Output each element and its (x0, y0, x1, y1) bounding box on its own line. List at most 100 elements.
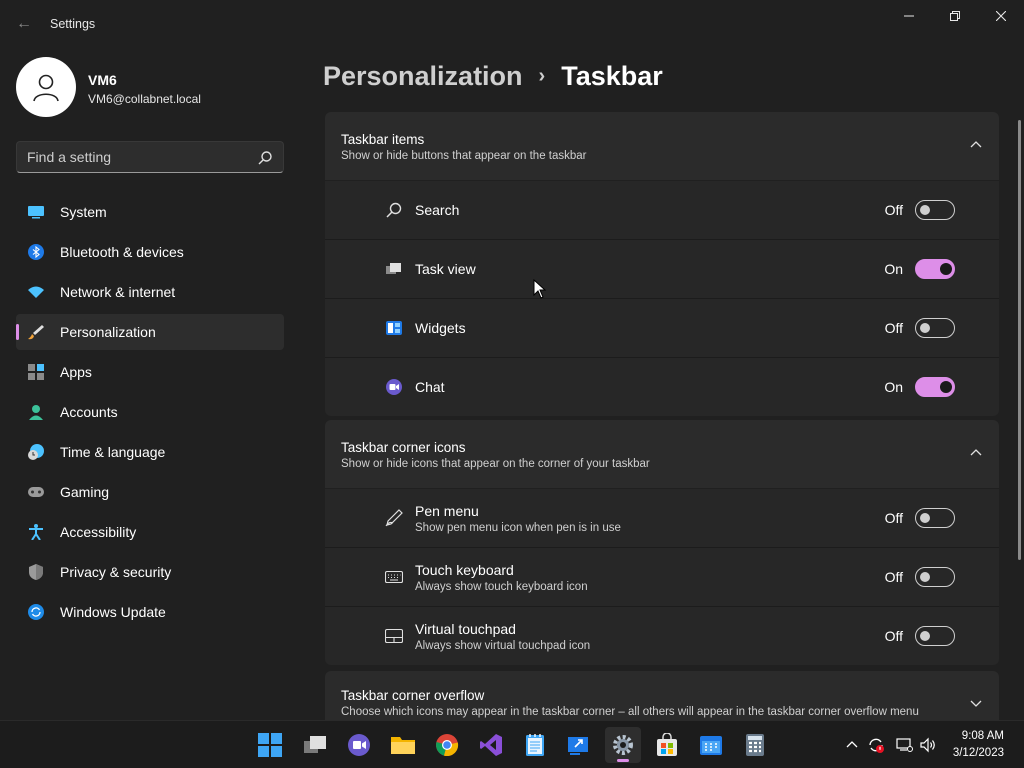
sidebar-item-label: Apps (60, 364, 92, 380)
taskbar-items-header[interactable]: Taskbar items Show or hide buttons that … (325, 112, 999, 180)
toggle-knob (920, 205, 930, 215)
person-icon (33, 74, 59, 102)
clock-date[interactable]: 3/12/2023 (946, 747, 1004, 759)
scrollbar[interactable] (1018, 120, 1021, 560)
network-icon[interactable] (894, 735, 914, 755)
chat-toggle[interactable] (915, 377, 955, 397)
section-title: Taskbar corner overflow (341, 688, 485, 703)
toggle-knob (940, 381, 952, 393)
pen-menu-toggle[interactable] (915, 508, 955, 528)
chrome-button[interactable] (429, 727, 465, 763)
sidebar-item-accessibility[interactable]: Accessibility (16, 514, 284, 550)
teams-chat-button[interactable] (341, 727, 377, 763)
task-view-icon (304, 736, 326, 753)
task-view-button[interactable] (297, 727, 333, 763)
chrome-icon (436, 734, 459, 757)
section-title: Taskbar corner icons (341, 440, 466, 455)
section-subtitle: Show or hide icons that appear on the co… (341, 458, 650, 470)
sidebar-item-label: Accounts (60, 404, 118, 420)
settings-button[interactable] (605, 727, 641, 763)
back-button[interactable]: ← (10, 12, 38, 36)
touchpad-icon (385, 628, 403, 644)
search-toggle[interactable] (915, 200, 955, 220)
setting-row-virtual-touchpad: Virtual touchpad Always show virtual tou… (325, 607, 999, 665)
taskbar: 9:08 AM 3/12/2023 (0, 720, 1024, 768)
setting-row-task-view: Task view On (325, 240, 999, 298)
sidebar-item-accounts[interactable]: Accounts (16, 394, 284, 430)
user-profile[interactable]: VM6 VM6@collabnet.local (16, 57, 286, 117)
clock-time[interactable]: 9:08 AM (956, 730, 1004, 742)
volume-icon[interactable] (918, 735, 938, 755)
search-input[interactable] (17, 142, 253, 172)
search-box[interactable] (16, 141, 284, 173)
sidebar-item-network[interactable]: Network & internet (16, 274, 284, 310)
minimize-button[interactable] (886, 0, 932, 32)
search-icon[interactable] (257, 150, 273, 166)
touch-keyboard-toggle[interactable] (915, 567, 955, 587)
sidebar-item-label: Time & language (60, 444, 166, 460)
sidebar-item-privacy-security[interactable]: Privacy & security (16, 554, 284, 590)
restore-icon (950, 11, 960, 21)
toggle-knob (920, 323, 930, 333)
sidebar-item-time-language[interactable]: Time & language (16, 434, 284, 470)
widgets-toggle[interactable] (915, 318, 955, 338)
chevron-up-icon[interactable] (969, 448, 983, 458)
toggle-state: Off (884, 628, 903, 644)
setting-label: Chat (415, 379, 445, 395)
apps-icon (28, 364, 44, 380)
sync-warning-icon (869, 738, 884, 753)
calculator-button[interactable] (737, 727, 773, 763)
person-icon (29, 405, 43, 420)
visual-studio-icon (480, 734, 502, 756)
gear-icon (613, 735, 633, 755)
setting-row-search: Search Off (325, 181, 999, 239)
update-icon (28, 604, 44, 620)
setting-label: Pen menu (415, 503, 479, 519)
notepad-button[interactable] (517, 727, 553, 763)
sidebar-item-windows-update[interactable]: Windows Update (16, 594, 284, 630)
setting-label: Touch keyboard (415, 562, 514, 578)
show-hidden-icons-button[interactable] (842, 735, 862, 755)
setting-label: Task view (415, 261, 476, 277)
sidebar-item-apps[interactable]: Apps (16, 354, 284, 390)
minimize-icon (904, 15, 914, 17)
chevron-down-icon[interactable] (969, 698, 983, 708)
start-button[interactable] (252, 727, 288, 763)
sidebar-item-personalization[interactable]: Personalization (16, 314, 284, 350)
breadcrumb-parent[interactable]: Personalization (323, 61, 523, 92)
setting-row-chat: Chat On (325, 358, 999, 416)
breadcrumb: Personalization › Taskbar (323, 58, 663, 94)
shield-icon (29, 564, 43, 580)
close-button[interactable] (978, 0, 1024, 32)
toggle-knob (940, 263, 952, 275)
chevron-right-icon: › (538, 64, 546, 87)
sidebar-item-gaming[interactable]: Gaming (16, 474, 284, 510)
sidebar-nav: System Bluetooth & devices Network & int… (16, 194, 284, 634)
setting-row-pen-menu: Pen menu Show pen menu icon when pen is … (325, 489, 999, 547)
windows-logo-icon (258, 733, 282, 757)
widgets-icon (386, 321, 402, 335)
chevron-up-icon[interactable] (969, 140, 983, 150)
gamepad-icon (28, 487, 44, 497)
microsoft-store-button[interactable] (649, 727, 685, 763)
sidebar-item-label: System (60, 204, 107, 220)
visual-studio-button[interactable] (473, 727, 509, 763)
title-bar: ← Settings (0, 0, 1024, 48)
sidebar-item-system[interactable]: System (16, 194, 284, 230)
back-arrow-icon: ← (16, 15, 32, 32)
virtual-touchpad-toggle[interactable] (915, 626, 955, 646)
corner-icons-header[interactable]: Taskbar corner icons Show or hide icons … (325, 420, 999, 488)
file-explorer-button[interactable] (385, 727, 421, 763)
keyboard-icon (385, 570, 403, 584)
brush-icon (28, 325, 44, 340)
remote-desktop-button[interactable] (561, 727, 597, 763)
calendar-button[interactable] (693, 727, 729, 763)
chat-icon (386, 379, 402, 395)
sync-status-icon[interactable] (866, 735, 886, 755)
restore-button[interactable] (932, 0, 978, 32)
speaker-icon (920, 737, 935, 753)
sidebar-item-label: Network & internet (60, 284, 176, 300)
task-view-toggle[interactable] (915, 259, 955, 279)
sidebar-item-bluetooth[interactable]: Bluetooth & devices (16, 234, 284, 270)
sidebar-item-label: Accessibility (60, 524, 137, 540)
